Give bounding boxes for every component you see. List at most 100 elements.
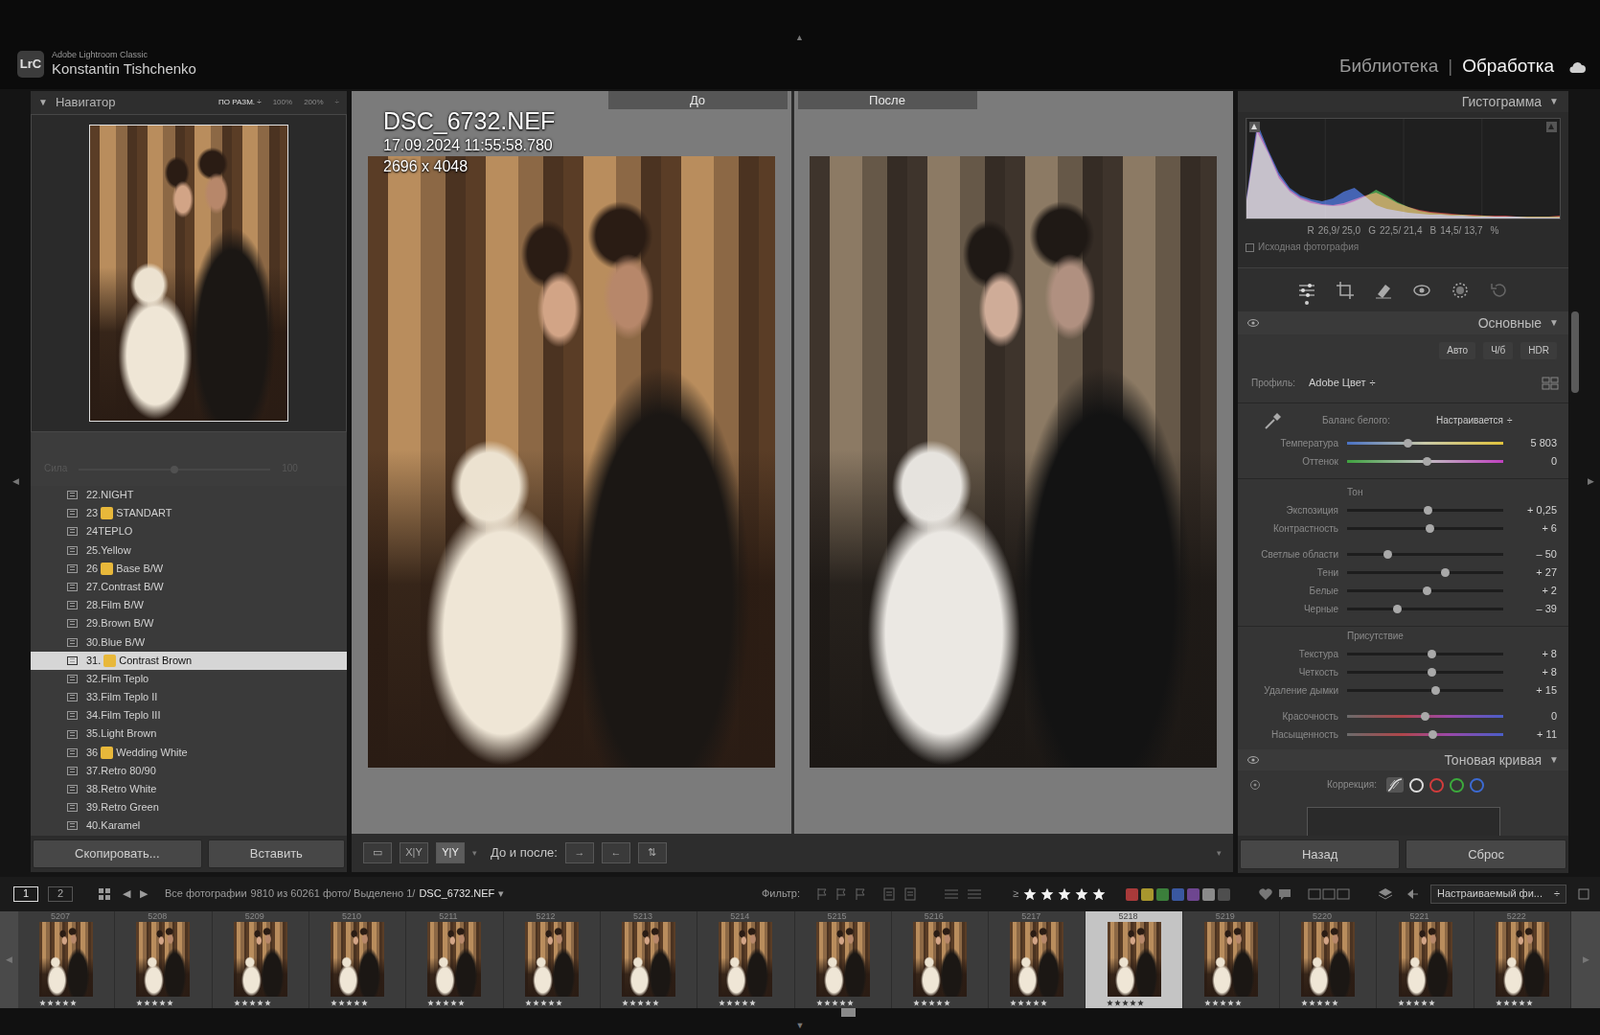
slider-thumb[interactable] xyxy=(1420,711,1430,721)
thumbnail-cell[interactable]: 5220 xyxy=(1280,911,1377,1008)
mask-icon[interactable] xyxy=(1450,277,1470,303)
thumbnail-image[interactable] xyxy=(1495,921,1550,997)
star-icon[interactable] xyxy=(1092,887,1106,901)
collapse-toggle[interactable]: ▼ xyxy=(1549,754,1559,766)
top-panel-toggle[interactable]: ▲ xyxy=(795,32,804,44)
thumbnail-cell[interactable]: 5219 xyxy=(1183,911,1280,1008)
grid-icon[interactable] xyxy=(97,887,112,901)
flag-icon[interactable] xyxy=(816,887,828,901)
preset-item[interactable]: 26Base B/W xyxy=(30,559,347,578)
star-icon[interactable] xyxy=(1040,887,1054,901)
curve-editor[interactable] xyxy=(1306,806,1501,836)
thumbnail-image[interactable] xyxy=(1204,921,1258,997)
preset-item[interactable]: 37.Retro 80/90 xyxy=(30,761,347,780)
thumbnail-image[interactable] xyxy=(525,921,579,997)
slider-thumb[interactable] xyxy=(1427,667,1437,677)
view-mode-button[interactable]: ▭ xyxy=(363,842,392,864)
thumbnail-cell[interactable]: 5216 xyxy=(891,911,989,1008)
thumbnail-cell[interactable]: 5210 xyxy=(309,911,407,1008)
preset-item[interactable]: 31.Contrast Brown xyxy=(30,651,347,670)
filter-menu[interactable]: ÷ xyxy=(1554,887,1560,900)
slider-track[interactable] xyxy=(1347,459,1504,463)
heal-icon[interactable] xyxy=(1373,277,1394,303)
slider-thumb[interactable] xyxy=(1431,685,1440,695)
preset-item[interactable]: 30.Blue B/W xyxy=(30,633,347,652)
scroll-left-button[interactable]: ◀ xyxy=(5,954,13,965)
slider-value[interactable]: – 39 xyxy=(1503,602,1569,616)
checkbox[interactable] xyxy=(1245,243,1255,252)
thumbnail-image[interactable] xyxy=(913,921,967,997)
slider-value[interactable]: 0 xyxy=(1503,455,1569,468)
paste-button[interactable]: Вставить xyxy=(207,839,345,869)
copy-button[interactable]: Скопировать... xyxy=(32,839,203,869)
color-label[interactable] xyxy=(1156,888,1169,901)
view-menu[interactable]: ▾ xyxy=(472,847,478,859)
stack-icon[interactable] xyxy=(1377,887,1394,901)
slider-value[interactable]: 0 xyxy=(1503,709,1569,723)
star-icon[interactable] xyxy=(1023,887,1037,901)
preset-item[interactable]: 34.Film Teplo III xyxy=(30,706,347,725)
navigator-header[interactable]: ▼НавигаторПО РАЗМ. ÷100%200%÷ xyxy=(30,91,347,115)
slider-thumb[interactable] xyxy=(1403,438,1413,448)
thumbnail-image[interactable] xyxy=(1301,921,1355,997)
thumbnail-image[interactable] xyxy=(39,921,93,997)
thumbnail-image[interactable] xyxy=(330,921,385,997)
thumbnail-image[interactable] xyxy=(621,921,676,997)
thumbnail-image[interactable] xyxy=(718,921,773,997)
treatment-button[interactable]: Авто xyxy=(1439,342,1476,360)
slider-thumb[interactable] xyxy=(1383,549,1393,559)
slider-value[interactable]: + 11 xyxy=(1503,728,1569,741)
screen-button[interactable]: 2 xyxy=(47,886,73,902)
thumbnail-cell[interactable]: 5208 xyxy=(114,911,212,1008)
thumbnail-cell[interactable]: 5218 xyxy=(1085,911,1183,1008)
shadow-clipping-icon[interactable] xyxy=(1249,121,1260,133)
comment-icon[interactable] xyxy=(1277,887,1293,901)
preset-item[interactable]: 39.Retro Green xyxy=(30,798,347,817)
virtual-copy-icon[interactable] xyxy=(966,887,983,901)
slider-track[interactable] xyxy=(1347,670,1504,674)
thumbnail-cell[interactable]: 5221 xyxy=(1376,911,1474,1008)
profile-browser-icon[interactable] xyxy=(1541,376,1559,390)
strip-scroll-thumb[interactable] xyxy=(841,1007,856,1017)
bottom-panel-toggle[interactable]: ▼ xyxy=(796,1020,805,1031)
tone-curve-header[interactable]: Тоновая кривая▼ xyxy=(1237,749,1569,771)
swap-button[interactable]: → xyxy=(565,842,595,864)
preset-item[interactable]: 29.Brown B/W xyxy=(30,614,347,633)
reset-button[interactable]: Сброс xyxy=(1405,839,1567,869)
filter-switch-icon[interactable] xyxy=(1577,888,1590,900)
collapse-toggle[interactable]: ▼ xyxy=(1549,317,1559,329)
slider-thumb[interactable] xyxy=(1428,730,1438,739)
treatment-button[interactable]: Ч/б xyxy=(1483,342,1513,360)
thumbnail-cell[interactable]: 5222 xyxy=(1474,911,1572,1008)
undo-icon[interactable] xyxy=(1488,277,1509,303)
thumbnail-image[interactable] xyxy=(427,921,481,997)
slider-thumb[interactable] xyxy=(1440,568,1450,577)
channel-button[interactable] xyxy=(1469,777,1485,793)
cloud-icon[interactable] xyxy=(1567,60,1587,74)
slider-value[interactable]: – 50 xyxy=(1503,548,1569,561)
preset-item[interactable]: 38.Retro White xyxy=(30,779,347,799)
previous-button[interactable]: Назад xyxy=(1239,839,1400,869)
eye-icon[interactable] xyxy=(1247,755,1259,764)
preset-item[interactable]: 27.Contrast B/W xyxy=(30,577,347,596)
slider-value[interactable]: + 8 xyxy=(1503,647,1569,661)
slider-thumb[interactable] xyxy=(1393,604,1402,614)
custom-filter-dropdown[interactable]: Настраиваемый фи...÷ xyxy=(1430,884,1567,904)
color-label[interactable] xyxy=(1187,888,1200,901)
left-panel-toggle[interactable]: ◀ xyxy=(12,476,20,487)
slider-value[interactable]: + 27 xyxy=(1503,566,1569,579)
thumbnail-cell[interactable]: 5213 xyxy=(600,911,698,1008)
thumbnail-image[interactable] xyxy=(1398,921,1453,997)
module-tab[interactable]: Библиотека xyxy=(1339,55,1439,78)
slider-track[interactable] xyxy=(1347,688,1504,692)
preset-item[interactable]: 35.Light Brown xyxy=(30,724,347,743)
parametric-curve-icon[interactable] xyxy=(1386,777,1404,793)
preset-item[interactable]: 23STANDART xyxy=(30,503,347,523)
thumbnail-image[interactable] xyxy=(1009,921,1064,997)
forward-button[interactable]: ▶ xyxy=(139,887,148,900)
heart-icon[interactable] xyxy=(1257,887,1274,901)
slider-track[interactable] xyxy=(1347,441,1504,445)
list-icon[interactable] xyxy=(943,887,960,901)
slider-track[interactable] xyxy=(1347,607,1504,611)
amount-track[interactable] xyxy=(78,468,271,471)
